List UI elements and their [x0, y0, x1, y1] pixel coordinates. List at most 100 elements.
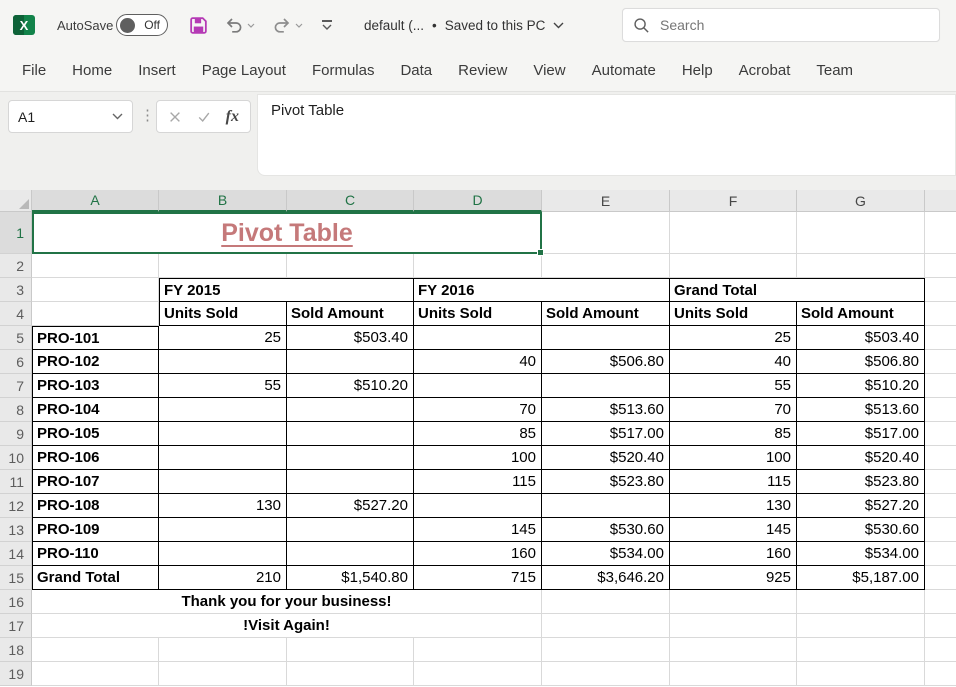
tab-view[interactable]: View [520, 50, 578, 92]
row-header-2[interactable]: 2 [0, 254, 32, 278]
cell-B6[interactable] [159, 350, 287, 374]
cell-G5[interactable]: $503.40 [797, 326, 925, 350]
cell-partial-5[interactable] [925, 326, 956, 350]
cell-E19[interactable] [542, 662, 670, 686]
column-header-C[interactable]: C [287, 190, 414, 212]
cell-partial-9[interactable] [925, 422, 956, 446]
cell-D15[interactable]: 715 [414, 566, 542, 590]
row-header-18[interactable]: 18 [0, 638, 32, 662]
cell-F5[interactable]: 25 [670, 326, 797, 350]
cell-partial-12[interactable] [925, 494, 956, 518]
cell-B3-merged[interactable]: FY 2015 [159, 278, 414, 302]
row-header-13[interactable]: 13 [0, 518, 32, 542]
cell-B12[interactable]: 130 [159, 494, 287, 518]
column-header-D[interactable]: D [414, 190, 542, 212]
cell-C12[interactable]: $527.20 [287, 494, 414, 518]
cell-C4[interactable]: Sold Amount [287, 302, 414, 326]
cell-F8[interactable]: 70 [670, 398, 797, 422]
cell-partial-8[interactable] [925, 398, 956, 422]
cell-partial-2[interactable] [925, 254, 956, 278]
cell-B9[interactable] [159, 422, 287, 446]
cell-D7[interactable] [414, 374, 542, 398]
cell-A15[interactable]: Grand Total [32, 566, 159, 590]
cell-C10[interactable] [287, 446, 414, 470]
undo-button[interactable] [224, 0, 255, 50]
cell-C19[interactable] [287, 662, 414, 686]
cell-E7[interactable] [542, 374, 670, 398]
excel-app-icon[interactable]: X [12, 0, 36, 50]
cell-partial-16[interactable] [925, 590, 956, 614]
cell-E18[interactable] [542, 638, 670, 662]
cell-partial-10[interactable] [925, 446, 956, 470]
cell-A19[interactable] [32, 662, 159, 686]
cell-C2[interactable] [287, 254, 414, 278]
cell-E16[interactable] [542, 590, 670, 614]
cell-E1[interactable] [542, 212, 670, 254]
formula-input[interactable]: Pivot Table [257, 94, 956, 176]
selection-fill-handle[interactable] [537, 249, 544, 256]
cell-G15[interactable]: $5,187.00 [797, 566, 925, 590]
cell-G4[interactable]: Sold Amount [797, 302, 925, 326]
cell-partial-7[interactable] [925, 374, 956, 398]
name-box[interactable]: A1 [8, 100, 133, 133]
cell-F17[interactable] [670, 614, 797, 638]
row-header-5[interactable]: 5 [0, 326, 32, 350]
cell-F9[interactable]: 85 [670, 422, 797, 446]
cell-partial-4[interactable] [925, 302, 956, 326]
row-header-11[interactable]: 11 [0, 470, 32, 494]
cell-partial-1[interactable] [925, 212, 956, 254]
cell-B11[interactable] [159, 470, 287, 494]
cell-D8[interactable]: 70 [414, 398, 542, 422]
cell-E13[interactable]: $530.60 [542, 518, 670, 542]
cell-C11[interactable] [287, 470, 414, 494]
cell-A5[interactable]: PRO-101 [32, 326, 159, 350]
search-box[interactable] [622, 8, 940, 42]
cell-B7[interactable]: 55 [159, 374, 287, 398]
column-header-B[interactable]: B [159, 190, 287, 212]
cell-D9[interactable]: 85 [414, 422, 542, 446]
cell-F13[interactable]: 145 [670, 518, 797, 542]
cell-B15[interactable]: 210 [159, 566, 287, 590]
cell-E11[interactable]: $523.80 [542, 470, 670, 494]
cell-A10[interactable]: PRO-106 [32, 446, 159, 470]
cell-A2[interactable] [32, 254, 159, 278]
cell-F2[interactable] [670, 254, 797, 278]
save-button[interactable] [188, 0, 209, 50]
column-header-G[interactable]: G [797, 190, 925, 212]
enter-check-icon[interactable] [196, 110, 212, 124]
cell-partial-3[interactable] [925, 278, 956, 302]
cell-D5[interactable] [414, 326, 542, 350]
cancel-x-icon[interactable] [168, 110, 182, 124]
cell-F15[interactable]: 925 [670, 566, 797, 590]
cell-A18[interactable] [32, 638, 159, 662]
cell-partial-19[interactable] [925, 662, 956, 686]
cell-F6[interactable]: 40 [670, 350, 797, 374]
tab-team[interactable]: Team [803, 50, 866, 92]
cell-A9[interactable]: PRO-105 [32, 422, 159, 446]
cell-D6[interactable]: 40 [414, 350, 542, 374]
cell-partial-13[interactable] [925, 518, 956, 542]
cell-F1[interactable] [670, 212, 797, 254]
cell-B2[interactable] [159, 254, 287, 278]
cell-C8[interactable] [287, 398, 414, 422]
cell-D10[interactable]: 100 [414, 446, 542, 470]
cell-G13[interactable]: $530.60 [797, 518, 925, 542]
cell-D19[interactable] [414, 662, 542, 686]
cell-C13[interactable] [287, 518, 414, 542]
cell-B18[interactable] [159, 638, 287, 662]
tab-insert[interactable]: Insert [125, 50, 189, 92]
row-header-19[interactable]: 19 [0, 662, 32, 686]
cell-A11[interactable]: PRO-107 [32, 470, 159, 494]
row-header-16[interactable]: 16 [0, 590, 32, 614]
cell-E10[interactable]: $520.40 [542, 446, 670, 470]
cell-E14[interactable]: $534.00 [542, 542, 670, 566]
column-header-partial[interactable] [925, 190, 956, 212]
cell-B13[interactable] [159, 518, 287, 542]
cell-G9[interactable]: $517.00 [797, 422, 925, 446]
cell-A3[interactable] [32, 278, 159, 302]
row-header-9[interactable]: 9 [0, 422, 32, 446]
cell-D13[interactable]: 145 [414, 518, 542, 542]
cell-D18[interactable] [414, 638, 542, 662]
cell-F7[interactable]: 55 [670, 374, 797, 398]
cell-G12[interactable]: $527.20 [797, 494, 925, 518]
